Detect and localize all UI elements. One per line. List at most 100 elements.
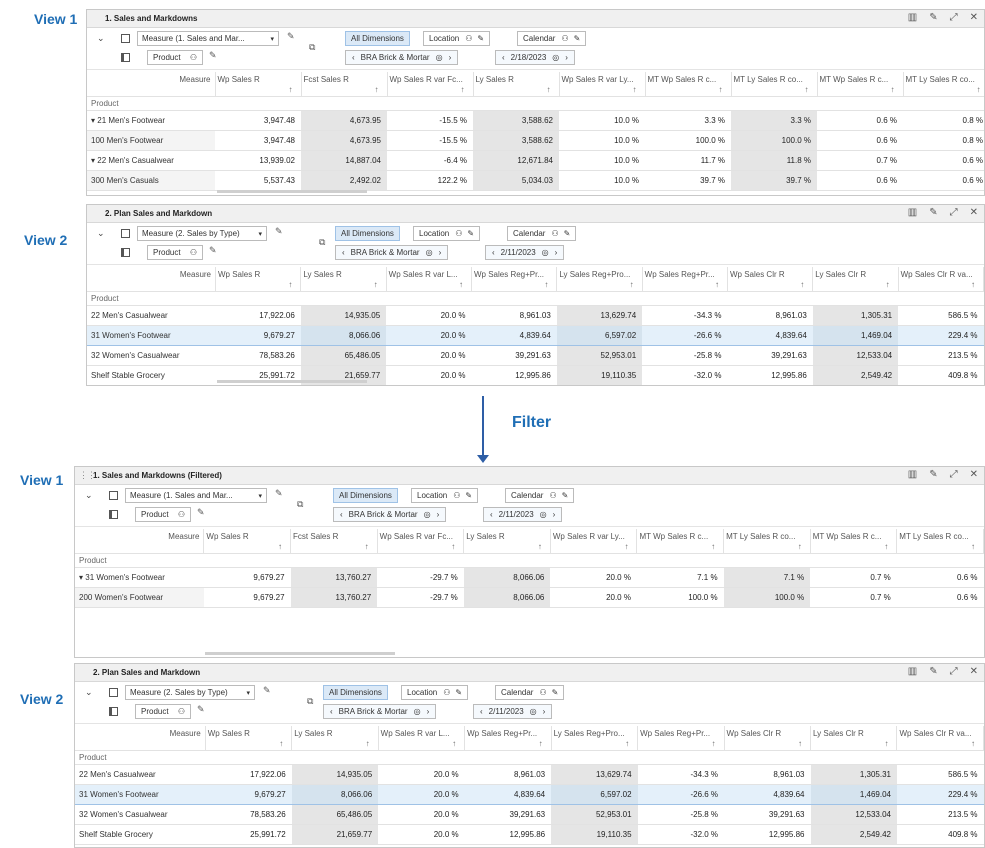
table-cell[interactable]: -25.8 % [642, 345, 728, 366]
table-cell[interactable]: 13,629.74 [556, 305, 643, 326]
table-cell[interactable]: 52,953.01 [556, 345, 643, 366]
sort-arrow-icon[interactable]: ↑ [544, 280, 548, 289]
measure-dropdown[interactable]: Measure (2. Sales by Type) ▾ [125, 685, 255, 700]
column-header[interactable]: Ly Sales Clr R ↑ [812, 267, 899, 292]
table-cell[interactable]: 6,597.02 [551, 783, 638, 805]
table-cell[interactable]: 2,549.42 [812, 365, 899, 385]
target-icon[interactable]: ◎ [424, 510, 431, 519]
table-row[interactable]: 100 Men's Footwear 3,947.48 4,673.95 -15.5 … [87, 130, 984, 151]
table-cell[interactable]: 12,671.84 [473, 150, 559, 171]
sort-arrow-icon[interactable]: ↑ [365, 542, 369, 551]
table-cell[interactable]: 9,679.27 [203, 567, 291, 588]
column-header[interactable]: Wp Sales R var Fc... ↑ [387, 72, 474, 97]
pivot-icon[interactable]: ⧉ [309, 42, 315, 53]
chevron-left-icon[interactable]: ‹ [480, 707, 483, 716]
sort-arrow-icon[interactable]: ↑ [374, 280, 378, 289]
chevron-left-icon[interactable]: ‹ [352, 53, 355, 62]
pencil-icon[interactable]: ✎ [209, 50, 217, 61]
table-cell[interactable]: 10.0 % [559, 110, 645, 131]
table-cell[interactable]: 3,588.62 [473, 130, 559, 151]
table-cell[interactable]: 20.0 % [386, 365, 472, 385]
measure-dropdown[interactable]: Measure (1. Sales and Mar... ▾ [137, 31, 279, 46]
column-header[interactable]: MT Ly Sales R co... ↑ [903, 72, 984, 97]
table-cell[interactable]: -25.8 % [637, 804, 725, 825]
table-cell[interactable]: -29.7 % [377, 587, 464, 608]
all-dimensions-button[interactable]: All Dimensions [323, 685, 388, 700]
bar-chart-icon[interactable]: ▥ [908, 207, 917, 218]
pencil-icon[interactable]: ✎ [263, 685, 271, 696]
row-label[interactable]: 22 Men's Casualwear [75, 764, 206, 785]
chevron-left-icon[interactable]: ‹ [502, 53, 505, 62]
row-label[interactable]: 100 Men's Footwear [87, 130, 215, 151]
table-cell[interactable]: 11.7 % [645, 150, 731, 171]
table-cell[interactable]: 8,961.03 [471, 305, 557, 326]
expand-icon[interactable]: ⤢ [950, 666, 958, 677]
sort-arrow-icon[interactable]: ↑ [288, 280, 292, 289]
table-cell[interactable]: 13,760.27 [290, 587, 378, 608]
table-cell[interactable]: 20.0 % [378, 824, 465, 845]
table-cell[interactable]: 7.1 % [636, 567, 724, 588]
horizontal-scrollbar[interactable] [217, 380, 367, 383]
table-cell[interactable]: 17,922.06 [205, 764, 292, 785]
table-cell[interactable]: 21,659.77 [291, 824, 379, 845]
table-cell[interactable]: 39,291.63 [471, 345, 557, 366]
product-dimension-button[interactable]: Product ⚇ [135, 507, 191, 522]
table-cell[interactable]: 14,887.04 [301, 150, 387, 171]
table-cell[interactable]: 4,839.64 [464, 783, 552, 805]
table-cell[interactable]: 8,961.03 [724, 764, 811, 785]
column-header[interactable]: Wp Sales R var L... ↑ [386, 267, 472, 292]
table-cell[interactable]: 20.0 % [378, 804, 465, 825]
pivot-icon[interactable]: ⧉ [307, 696, 313, 707]
sort-arrow-icon[interactable]: ↑ [805, 85, 809, 94]
table-row[interactable]: 32 Women's Casualwear 78,583.26 65,486.05 2… [87, 345, 984, 366]
table-cell[interactable]: 0.6 % [903, 170, 984, 191]
chevron-right-icon[interactable]: › [543, 707, 546, 716]
table-cell[interactable]: 14,935.05 [291, 764, 379, 785]
column-header[interactable]: Ly Sales Reg+Pro... ↑ [556, 267, 643, 292]
table-cell[interactable]: 6,597.02 [556, 324, 643, 346]
column-header[interactable]: Wp Sales Clr R ↑ [724, 726, 812, 751]
table-cell[interactable]: 0.6 % [896, 567, 984, 588]
product-dimension-button[interactable]: Product ⚇ [147, 245, 203, 260]
column-header[interactable]: Wp Sales R var Fc... ↑ [377, 529, 465, 554]
columns-layout-icon[interactable] [109, 707, 118, 716]
table-cell[interactable]: 409.8 % [898, 365, 984, 385]
table-cell[interactable]: 8,066.06 [463, 567, 551, 588]
pencil-icon[interactable]: ✎ [197, 704, 205, 715]
sort-arrow-icon[interactable]: ↑ [451, 542, 455, 551]
chevron-right-icon[interactable]: › [555, 248, 558, 257]
row-label[interactable]: ▾ 21 Men's Footwear [87, 110, 215, 131]
bar-chart-icon[interactable]: ▥ [908, 12, 917, 23]
table-cell[interactable]: 0.6 % [817, 130, 903, 151]
location-dimension-button[interactable]: Location ⚇ ✎ [423, 31, 491, 46]
table-cell[interactable]: 8,961.03 [727, 305, 813, 326]
row-label[interactable]: 32 Women's Casualwear [87, 345, 216, 366]
horizontal-scrollbar[interactable] [217, 190, 367, 193]
sort-arrow-icon[interactable]: ↑ [633, 85, 637, 94]
column-header[interactable]: Wp Sales R var Ly... ↑ [550, 529, 638, 554]
table-cell[interactable]: 10.0 % [559, 130, 645, 151]
table-cell[interactable]: -32.0 % [637, 824, 725, 845]
table-cell[interactable]: 39,291.63 [727, 345, 813, 366]
expand-icon[interactable]: ⤢ [950, 207, 958, 218]
table-cell[interactable]: 39.7 % [731, 170, 817, 191]
table-cell[interactable]: 122.2 % [387, 170, 473, 191]
table-cell[interactable]: 20.0 % [550, 587, 637, 608]
table-cell[interactable]: 65,486.05 [300, 345, 387, 366]
column-header[interactable]: Ly Sales Clr R ↑ [810, 726, 898, 751]
table-cell[interactable]: 4,839.64 [724, 783, 811, 805]
table-cell[interactable]: 8,066.06 [291, 783, 379, 805]
location-navigator[interactable]: ‹ BRA Brick & Mortar ◎ › [323, 704, 437, 719]
sort-arrow-icon[interactable]: ↑ [625, 739, 629, 748]
rows-layout-icon[interactable] [121, 229, 130, 238]
pencil-icon[interactable]: ✎ [275, 488, 283, 499]
row-label[interactable]: ▾ 22 Men's Casualwear [87, 150, 215, 171]
column-header[interactable]: Wp Sales Clr R va... ↑ [898, 267, 984, 292]
row-label[interactable]: 32 Women's Casualwear [75, 804, 206, 825]
row-label[interactable]: 31 Women's Footwear [87, 324, 216, 346]
calendar-navigator[interactable]: ‹ 2/18/2023 ◎ › [495, 50, 575, 65]
table-row[interactable]: Shelf Stable Grocery 25,991.72 21,659.77 20… [75, 824, 984, 845]
table-cell[interactable]: 12,995.86 [724, 824, 811, 845]
column-header[interactable]: MT Wp Sales R c... ↑ [636, 529, 725, 554]
sort-arrow-icon[interactable]: ↑ [452, 739, 456, 748]
